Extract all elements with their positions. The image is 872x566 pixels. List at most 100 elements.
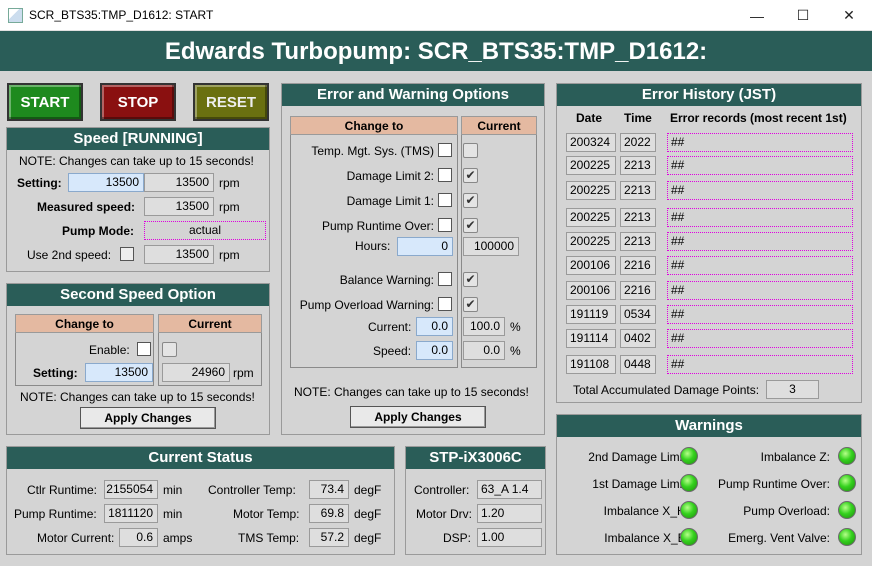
check-icon: ✔ xyxy=(463,297,478,312)
warnings-title: Warnings xyxy=(557,415,861,437)
damage-points-label: Total Accumulated Damage Points: xyxy=(573,383,760,397)
status-led-icon xyxy=(838,528,856,546)
error-options-title: Error and Warning Options xyxy=(282,84,544,106)
history-date: 200106 xyxy=(566,281,616,300)
pump-runtime-value: 1811120 xyxy=(104,504,158,523)
history-record: ## xyxy=(667,355,853,374)
current-status-title: Current Status xyxy=(7,447,394,469)
enable-label: Enable: xyxy=(89,343,130,357)
error-option-label: Pump Overload Warning: xyxy=(299,298,434,312)
window-title: SCR_BTS35:TMP_D1612: START xyxy=(29,8,214,22)
apply-changes-button[interactable]: Apply Changes xyxy=(350,406,486,428)
error-option-checkbox[interactable] xyxy=(438,297,452,311)
current-input[interactable]: 0.0 xyxy=(416,317,453,336)
status-led-icon xyxy=(680,528,698,546)
status-led-icon xyxy=(838,447,856,465)
pump-mode-label: Pump Mode: xyxy=(62,224,134,238)
close-icon[interactable]: ✕ xyxy=(826,0,872,31)
history-time: 0534 xyxy=(620,305,656,324)
history-record: ## xyxy=(667,232,853,251)
error-option-label: Temp. Mgt. Sys. (TMS) xyxy=(311,144,434,158)
controller-version-value: 63_A 1.4 xyxy=(477,480,542,499)
history-time: 0402 xyxy=(620,329,656,348)
history-record: ## xyxy=(667,156,853,175)
warning-label: Imbalance X_B: xyxy=(604,531,689,545)
second-speed-value: 13500 xyxy=(144,245,214,264)
hours-input[interactable]: 0 xyxy=(397,237,453,256)
current-header: Current xyxy=(461,116,537,135)
history-date: 200225 xyxy=(566,232,616,251)
minimize-icon[interactable]: — xyxy=(734,0,780,31)
enable-checkbox[interactable] xyxy=(137,342,151,356)
history-date: 200106 xyxy=(566,256,616,275)
speed-value: 0.0 xyxy=(463,341,505,360)
error-option-checkbox[interactable] xyxy=(438,272,452,286)
warning-label: 1st Damage Limit: xyxy=(592,477,689,491)
error-option-checkbox[interactable] xyxy=(438,218,452,232)
error-options-panel: Error and Warning Options Change to Curr… xyxy=(281,83,545,435)
reset-button[interactable]: RESET xyxy=(193,83,269,121)
model-title: STP-iX3006C xyxy=(406,447,545,469)
start-button[interactable]: START xyxy=(7,83,83,121)
warning-label: Imbalance X_H: xyxy=(603,504,689,518)
apply-changes-button[interactable]: Apply Changes xyxy=(80,407,216,429)
error-options-note: NOTE: Changes can take up to 15 seconds! xyxy=(294,385,529,399)
error-option-checkbox[interactable] xyxy=(438,168,452,182)
history-date: 200225 xyxy=(566,156,616,175)
history-time: 2216 xyxy=(620,281,656,300)
speed-setting-label: Setting: xyxy=(17,176,62,190)
maximize-icon[interactable]: ☐ xyxy=(780,0,826,31)
error-option-checkbox[interactable] xyxy=(438,143,452,157)
speed-label: Speed: xyxy=(373,344,412,358)
amps-unit: amps xyxy=(163,531,193,545)
controller-temp-label: Controller Temp: xyxy=(208,483,296,497)
unchecked-indicator xyxy=(463,143,478,158)
second-setting-input[interactable]: 13500 xyxy=(85,363,153,382)
records-header: Error records (most recent 1st) xyxy=(670,111,847,125)
warnings-panel: Warnings 2nd Damage Limit: Imbalance Z: 1s… xyxy=(556,414,862,555)
pump-mode-value: actual xyxy=(144,221,266,240)
history-record: ## xyxy=(667,181,853,200)
status-led-icon xyxy=(680,474,698,492)
second-speed-checkbox[interactable] xyxy=(120,247,134,261)
date-header: Date xyxy=(576,111,603,125)
history-time: 2213 xyxy=(620,232,656,251)
speed-setting-input[interactable]: 13500 xyxy=(68,173,144,192)
second-speed-label: Use 2nd speed: xyxy=(27,248,112,262)
check-icon: ✔ xyxy=(463,168,478,183)
error-option-label: Damage Limit 2: xyxy=(346,169,434,183)
error-option-label: Pump Runtime Over: xyxy=(321,219,434,233)
motor-drv-label: Motor Drv: xyxy=(416,507,473,521)
motor-current-value: 0.6 xyxy=(119,528,158,547)
stop-button[interactable]: STOP xyxy=(100,83,176,121)
history-date: 191119 xyxy=(566,305,616,324)
second-setting-current: 24960 xyxy=(162,363,230,382)
speed-panel: Speed [RUNNING] NOTE: Changes can take u… xyxy=(6,127,270,272)
degf-unit: degF xyxy=(354,531,382,545)
warning-label: Pump Runtime Over: xyxy=(717,477,830,491)
degf-unit: degF xyxy=(354,483,382,497)
check-icon: ✔ xyxy=(463,218,478,233)
status-led-icon xyxy=(680,501,698,519)
page-title: Edwards Turbopump: SCR_BTS35:TMP_D1612: xyxy=(0,31,872,71)
history-time: 2022 xyxy=(620,133,656,152)
tms-temp-label: TMS Temp: xyxy=(238,531,300,545)
error-option-checkbox[interactable] xyxy=(438,193,452,207)
error-history-panel: Error History (JST) Date Time Error reco… xyxy=(556,83,862,403)
min-unit: min xyxy=(163,483,183,497)
change-to-header: Change to xyxy=(290,116,458,135)
speed-input[interactable]: 0.0 xyxy=(416,341,453,360)
current-status-panel: Current Status Ctlr Runtime: 2155054 min… xyxy=(6,446,395,555)
app-icon xyxy=(8,8,23,23)
rpm-unit: rpm xyxy=(219,200,240,214)
speed-setting-value: 13500 xyxy=(144,173,214,192)
dsp-value: 1.00 xyxy=(477,528,542,547)
warning-label: Pump Overload: xyxy=(743,504,830,518)
pump-runtime-label: Pump Runtime: xyxy=(14,507,97,521)
percent-unit: % xyxy=(510,344,521,358)
motor-current-label: Motor Current: xyxy=(37,531,115,545)
history-date: 191108 xyxy=(566,355,616,374)
enable-current-indicator xyxy=(162,342,177,357)
warning-label: Imbalance Z: xyxy=(760,450,830,464)
measured-speed-value: 13500 xyxy=(144,197,214,216)
